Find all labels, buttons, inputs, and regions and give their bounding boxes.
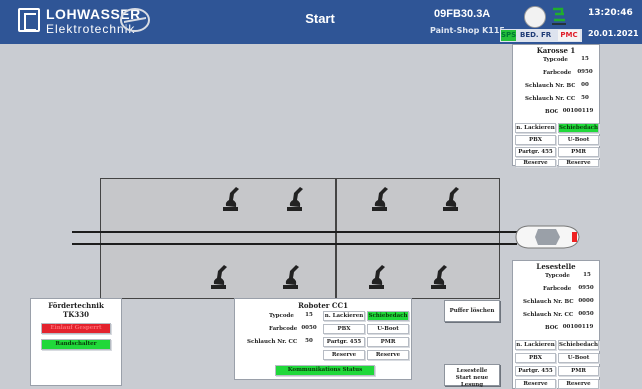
- randschalter-button[interactable]: Randschalter: [41, 339, 111, 350]
- uboot-toggle[interactable]: U-Boot: [558, 353, 599, 363]
- opel-logo-icon: [120, 8, 150, 32]
- status-bar: SPS BED. FR PMC: [500, 29, 582, 42]
- typcode-label: Typcode: [545, 273, 570, 279]
- robot-icon: [431, 265, 447, 289]
- pmr-toggle[interactable]: PMR: [558, 147, 599, 157]
- lohwasser-logo-icon: [18, 8, 40, 32]
- network-plug-icon: [552, 7, 566, 25]
- bog-value: 00100119: [558, 107, 598, 117]
- puffer-loeschen-button[interactable]: Puffer löschen: [444, 300, 500, 322]
- foerdertechnik-unit: TK330: [63, 310, 89, 319]
- robot-icon: [211, 265, 227, 289]
- partgr-toggle[interactable]: Partgr. 455: [515, 366, 556, 376]
- farbcode-label: Farbcode: [543, 286, 572, 292]
- farbcode-label: Farbcode: [269, 326, 298, 332]
- status-lamp-icon: [524, 6, 546, 28]
- pbx-toggle[interactable]: PBX: [515, 135, 556, 145]
- partgr-toggle[interactable]: Partgr. 455: [323, 337, 365, 347]
- schiebedach-toggle[interactable]: Schiebedach: [558, 340, 599, 350]
- uboot-toggle[interactable]: U-Boot: [558, 135, 599, 145]
- schlauch-cc-value: 0050: [575, 310, 597, 320]
- roboter-panel: Roboter CC1 Typcode 15 Farbcode 0050 Sch…: [234, 298, 412, 380]
- robot-icon: [443, 187, 459, 211]
- kommunikations-status-button[interactable]: Kommunikations Status: [275, 365, 375, 376]
- schiebedach-toggle[interactable]: Schiebedach: [558, 123, 599, 133]
- farbcode-value: 0050: [299, 324, 319, 334]
- station-id: 09FB30.3A: [434, 8, 491, 20]
- shop-name: Paint-Shop K115: [430, 26, 505, 35]
- sps-status-badge: SPS: [501, 30, 517, 41]
- schlauch-bc-label: Schlauch Nr. BC: [525, 83, 576, 89]
- typcode-label: Typcode: [543, 57, 568, 63]
- current-date: 20.01.2021: [588, 29, 639, 38]
- top-header: LOHWASSER Elektrotechnik Start 09FB30.3A…: [0, 0, 642, 44]
- typcode-value: 15: [577, 271, 597, 281]
- robot-icon: [283, 265, 299, 289]
- foerdertechnik-panel: Fördertechnik TK330 Einlauf Gesperrt Ran…: [30, 298, 122, 386]
- typcode-value: 15: [299, 311, 319, 321]
- conveyor-rail-bottom: [72, 243, 517, 245]
- roboter-title: Roboter CC1: [298, 301, 348, 310]
- schlauch-cc-value: 50: [299, 337, 319, 347]
- reserve-toggle-2[interactable]: Reserve: [558, 159, 599, 167]
- reserve-toggle-2[interactable]: Reserve: [367, 350, 409, 360]
- reserve-toggle-1[interactable]: Reserve: [515, 159, 556, 167]
- robot-icon: [369, 265, 385, 289]
- conveyor-rail-top: [72, 231, 517, 233]
- einlauf-gesperrt-button[interactable]: Einlauf Gesperrt: [41, 323, 111, 334]
- schlauch-bc-value: 0000: [575, 297, 597, 307]
- painting-cell-right: [336, 178, 500, 299]
- clock-time: 13:20:46: [588, 8, 633, 18]
- reserve-toggle-2[interactable]: Reserve: [558, 379, 599, 389]
- lesestelle-title: Lesestelle: [536, 262, 576, 271]
- farbcode-value: 0950: [575, 68, 595, 78]
- reserve-toggle-1[interactable]: Reserve: [323, 350, 365, 360]
- karosse-panel: Karosse 1 Typcode 15 Farbcode 0950 Schla…: [512, 44, 600, 167]
- robot-icon: [287, 187, 303, 211]
- pmc-status-badge: PMC: [558, 30, 580, 41]
- pmr-toggle[interactable]: PMR: [367, 337, 409, 347]
- bog-value: 00100119: [558, 323, 598, 333]
- n-lackieren-toggle[interactable]: n. Lackieren: [515, 340, 556, 350]
- uboot-toggle[interactable]: U-Boot: [367, 324, 409, 334]
- foerdertechnik-title: Fördertechnik: [48, 301, 104, 310]
- lesestelle-start-button[interactable]: Lesestelle Start neue Lesung: [444, 364, 500, 388]
- karosse-title: Karosse 1: [536, 46, 576, 55]
- lesestelle-start-sublabel: Start neue Lesung: [455, 375, 489, 388]
- schlauch-bc-value: 00: [575, 81, 595, 91]
- pbx-toggle[interactable]: PBX: [515, 353, 556, 363]
- partgr-toggle[interactable]: Partgr. 455: [515, 147, 556, 157]
- schlauch-cc-label: Schlauch Nr. CC: [523, 312, 574, 318]
- farbcode-label: Farbcode: [543, 70, 572, 76]
- schlauch-cc-value: 50: [575, 94, 595, 104]
- schlauch-cc-label: Schlauch Nr. CC: [525, 96, 576, 102]
- typcode-value: 15: [575, 55, 595, 65]
- robot-icon: [372, 187, 388, 211]
- pmr-toggle[interactable]: PMR: [558, 366, 599, 376]
- n-lackieren-toggle[interactable]: n. Lackieren: [323, 311, 365, 321]
- schlauch-bc-label: Schlauch Nr. BC: [523, 299, 574, 305]
- farbcode-value: 0950: [575, 284, 597, 294]
- robot-icon: [223, 187, 239, 211]
- schiebedach-toggle[interactable]: Schiebedach: [367, 311, 409, 321]
- car-body-icon: [515, 225, 580, 249]
- schlauch-cc-label: Schlauch Nr. CC: [247, 339, 298, 345]
- lesestelle-panel: Lesestelle Typcode 15 Farbcode 0950 Schl…: [512, 260, 600, 389]
- pbx-toggle[interactable]: PBX: [323, 324, 365, 334]
- page-title: Start: [305, 11, 335, 26]
- lesestelle-start-label: Lesestelle: [456, 368, 488, 374]
- n-lackieren-toggle[interactable]: n. Lackieren: [515, 123, 556, 133]
- bed-status-text: BED. FR: [520, 31, 552, 39]
- reserve-toggle-1[interactable]: Reserve: [515, 379, 556, 389]
- typcode-label: Typcode: [269, 313, 294, 319]
